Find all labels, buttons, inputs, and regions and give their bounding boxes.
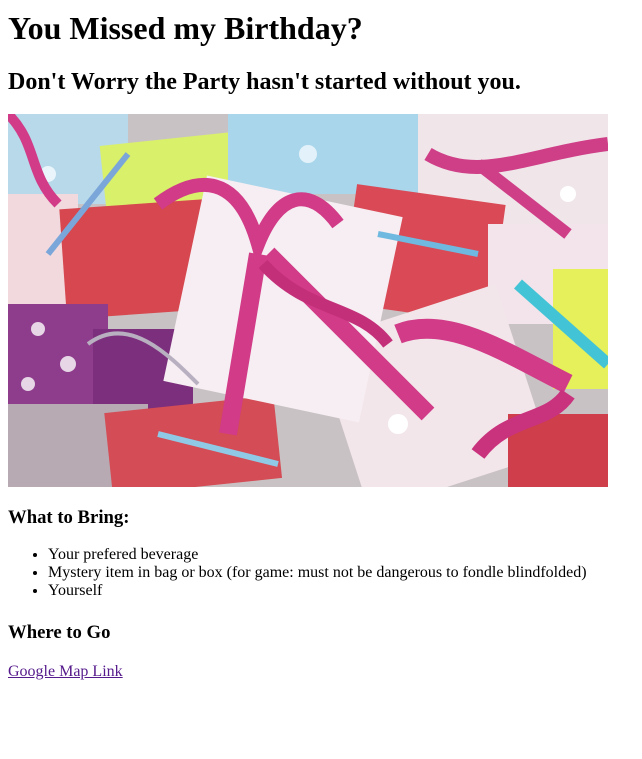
gifts-image bbox=[8, 114, 608, 487]
list-item: Yourself bbox=[48, 582, 634, 600]
google-map-link[interactable]: Google Map Link bbox=[8, 663, 123, 680]
page-subtitle: Don't Worry the Party hasn't started wit… bbox=[8, 69, 521, 95]
list-item: Mystery item in bag or box (for game: mu… bbox=[48, 564, 634, 582]
bring-list: Your prefered beverage Mystery item in b… bbox=[8, 546, 634, 600]
page-content: You Missed my Birthday? Don't Worry the … bbox=[0, 10, 642, 681]
link-paragraph: Google Map Link bbox=[8, 663, 634, 681]
list-item: Your prefered beverage bbox=[48, 546, 634, 564]
page-title: You Missed my Birthday? bbox=[8, 10, 363, 46]
bring-heading: What to Bring: bbox=[8, 507, 130, 528]
where-heading: Where to Go bbox=[8, 622, 111, 643]
